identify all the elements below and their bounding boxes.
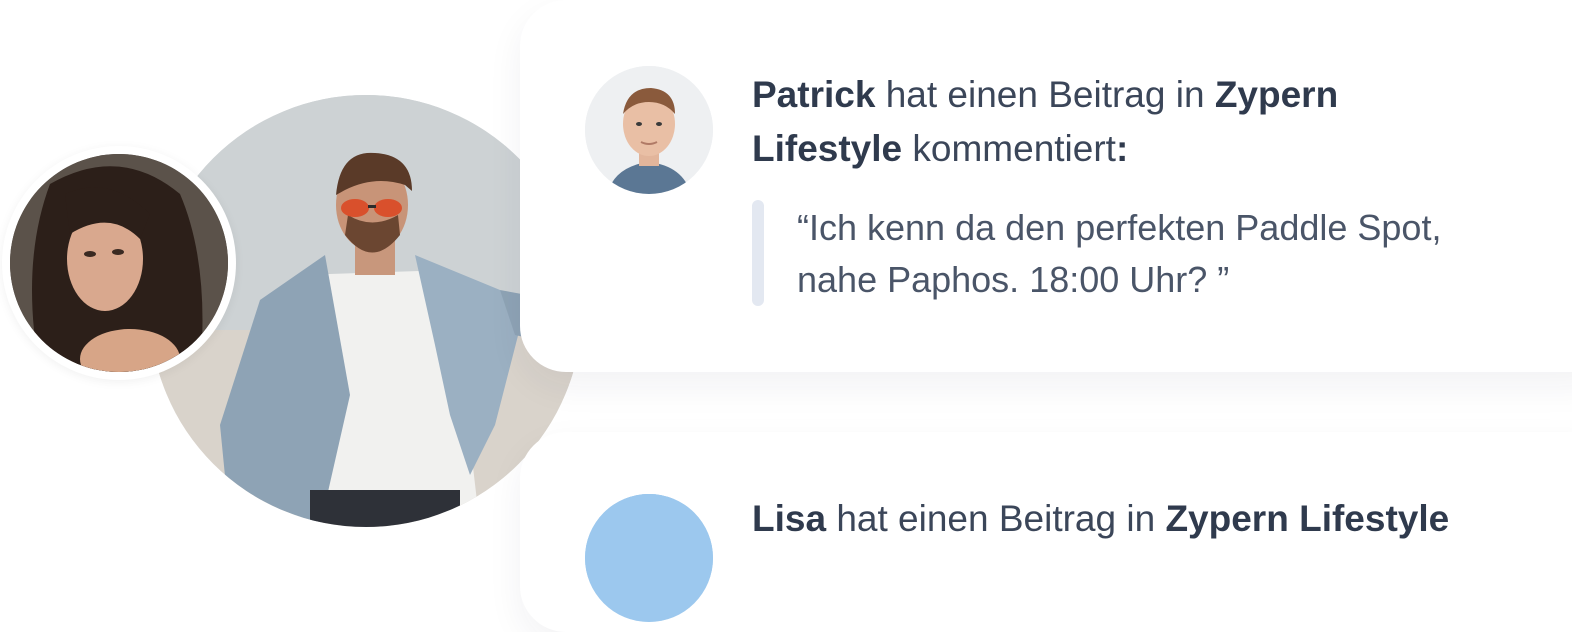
group-name[interactable]: Zypern Lifestyle <box>1165 498 1449 539</box>
group-name-part2[interactable]: Lifestyle <box>752 128 902 169</box>
activity-card-patrick[interactable]: Patrick hat einen Beitrag in Zypern Life… <box>520 0 1572 372</box>
colon: : <box>1115 128 1129 169</box>
user-name[interactable]: Patrick <box>752 74 875 115</box>
activity-headline: Lisa hat einen Beitrag in Zypern Lifesty… <box>752 492 1472 546</box>
avatar-patrick[interactable] <box>585 66 713 194</box>
photo-woman-portrait <box>2 146 236 380</box>
activity-headline: Patrick hat einen Beitrag in Zypern Life… <box>752 68 1472 176</box>
quote-text: “Ich kenn da den perfekten Paddle Spot, … <box>797 207 1442 300</box>
quote-bar <box>752 200 764 306</box>
user-name[interactable]: Lisa <box>752 498 826 539</box>
avatar-lisa[interactable] <box>585 494 713 622</box>
action-text: hat einen Beitrag in <box>836 498 1156 539</box>
group-name-part1[interactable]: Zypern <box>1215 74 1338 115</box>
action-text: hat einen Beitrag in <box>885 74 1205 115</box>
activity-card-lisa[interactable]: Lisa hat einen Beitrag in Zypern Lifesty… <box>520 432 1572 632</box>
verb-text: kommentiert <box>912 128 1116 169</box>
comment-quote: “Ich kenn da den perfekten Paddle Spot, … <box>752 200 1452 308</box>
